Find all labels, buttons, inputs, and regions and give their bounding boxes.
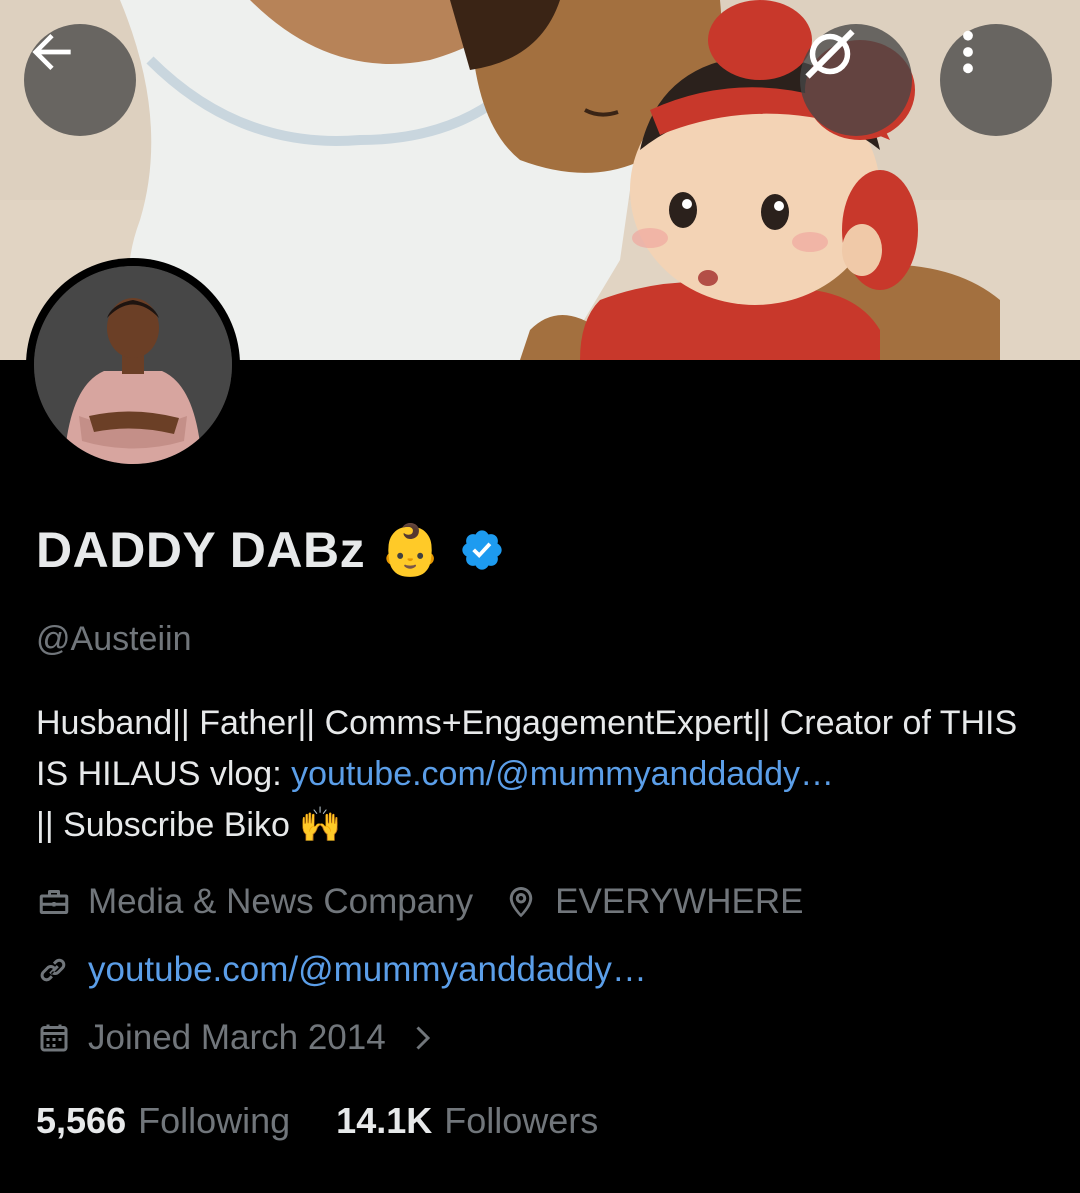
joined-row[interactable]: Joined March 2014 — [36, 1018, 440, 1058]
avatar-illustration — [34, 266, 232, 464]
grok-explore-icon — [805, 29, 855, 79]
verified-badge-icon[interactable] — [459, 527, 505, 573]
display-name: DADDY DABz — [36, 522, 366, 578]
display-name-row: DADDY DABz 👶 — [36, 518, 505, 582]
grok-explore-button[interactable] — [800, 24, 912, 136]
following-label: Following — [138, 1100, 291, 1141]
category-item: Media & News Company — [36, 882, 473, 922]
profile-avatar[interactable] — [26, 258, 240, 472]
profile-meta-row: Media & News Company EVERYWHERE — [36, 882, 833, 922]
followers-count: 14.1K — [336, 1100, 433, 1141]
location-pin-icon — [509, 887, 533, 918]
calendar-icon — [40, 1024, 68, 1052]
username-handle: @Austeiin — [36, 620, 192, 658]
follow-stats: 5,566 Following 14.1K Followers — [36, 1100, 644, 1142]
back-button[interactable] — [24, 24, 136, 136]
more-options-button[interactable] — [940, 24, 1052, 136]
followers-label: Followers — [444, 1100, 599, 1141]
profile-page: DADDY DABz 👶 @Austeiin Husband|| Father|… — [0, 0, 1080, 1193]
profile-bio: Husband|| Father|| Comms+EngagementExper… — [36, 698, 1056, 851]
profile-location: EVERYWHERE — [555, 882, 804, 921]
followers-stat[interactable]: 14.1K Followers — [336, 1100, 598, 1142]
bio-text-part2: || Subscribe Biko — [36, 806, 300, 844]
joined-date: Joined March 2014 — [88, 1018, 386, 1057]
chevron-right-icon — [416, 1026, 430, 1050]
website-link[interactable]: youtube.com/@mummyanddaddy… — [88, 950, 647, 990]
bio-link[interactable]: youtube.com/@mummyanddaddy… — [291, 755, 834, 793]
location-item: EVERYWHERE — [503, 882, 803, 922]
following-count: 5,566 — [36, 1100, 127, 1141]
following-stat[interactable]: 5,566 Following — [36, 1100, 290, 1142]
link-icon — [40, 958, 66, 982]
briefcase-icon — [39, 890, 69, 914]
more-vertical-icon — [963, 30, 973, 74]
raising-hands-emoji: 🙌 — [299, 806, 342, 844]
avatar-photo — [34, 266, 232, 464]
baby-emoji: 👶 — [379, 522, 442, 578]
profile-category: Media & News Company — [88, 882, 474, 921]
arrow-left-icon — [32, 34, 71, 70]
website-row: youtube.com/@mummyanddaddy… — [36, 950, 647, 990]
